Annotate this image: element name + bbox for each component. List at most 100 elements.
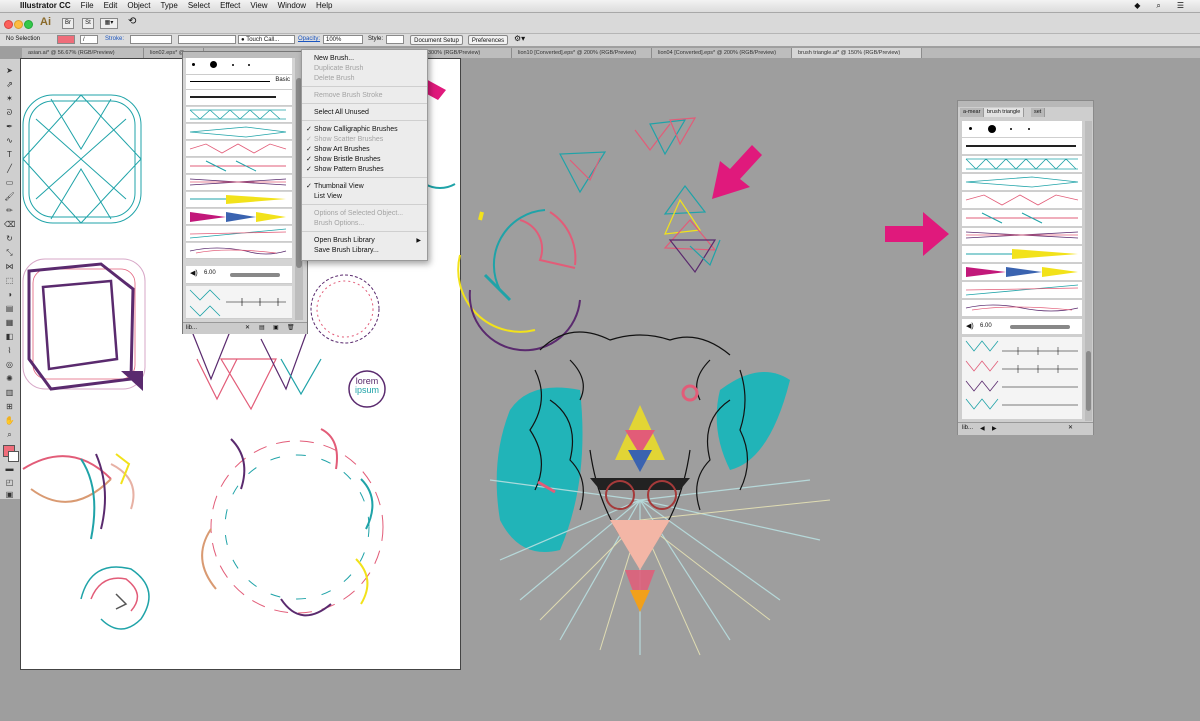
mesh-tool-icon[interactable]: ▦ <box>4 317 15 328</box>
stroke-label[interactable]: Stroke: <box>105 36 124 42</box>
brush-dot-presets[interactable] <box>962 121 1082 138</box>
pattern-brush-row[interactable] <box>186 286 292 319</box>
brush-row[interactable] <box>186 90 292 106</box>
pen-tool-icon[interactable]: ✒ <box>4 121 15 132</box>
menu-item-open-brush-library[interactable]: Open Brush Library ▶ <box>302 236 427 246</box>
menu-select[interactable]: Select <box>188 0 210 12</box>
stroke-swatch[interactable] <box>8 451 19 462</box>
brush-row[interactable] <box>186 124 292 140</box>
menu-item-new-brush[interactable]: New Brush... <box>302 54 427 64</box>
preferences-button[interactable]: Preferences <box>468 35 508 45</box>
brush-row[interactable] <box>962 174 1082 191</box>
brush-row[interactable] <box>186 158 292 174</box>
gpu-performance-icon[interactable]: ⟲ <box>128 16 136 27</box>
bridge-icon[interactable]: Br <box>62 18 74 29</box>
stroke-color-swatch[interactable]: / <box>80 35 98 44</box>
menu-item-show-art[interactable]: ✓ Show Art Brushes <box>302 145 427 155</box>
basic-brush-row[interactable]: Basic <box>186 75 292 90</box>
line-tool-icon[interactable]: ╱ <box>4 163 15 174</box>
brush-dot-presets[interactable] <box>186 58 292 75</box>
menu-help[interactable]: Help <box>316 0 332 12</box>
menu-type[interactable]: Type <box>160 0 177 12</box>
opacity-label[interactable]: Opacity: <box>298 36 320 42</box>
brush-row[interactable] <box>186 141 292 157</box>
opacity-field[interactable]: 100% <box>323 35 363 44</box>
tab-lion10[interactable]: lion10 [Converted].eps* @ 200% (RGB/Prev… <box>512 48 652 58</box>
variable-width-profile[interactable] <box>178 35 236 44</box>
lasso-tool-icon[interactable]: ᘐ <box>4 107 15 118</box>
brush-row[interactable] <box>962 192 1082 209</box>
free-transform-tool-icon[interactable]: ⬚ <box>4 275 15 286</box>
new-brush-icon[interactable]: ▣ <box>273 324 279 331</box>
menu-item-thumbnail-view[interactable]: ✓ Thumbnail View <box>302 182 427 192</box>
graph-tool-icon[interactable]: ▥ <box>4 387 15 398</box>
eraser-tool-icon[interactable]: ⌫ <box>4 219 15 230</box>
tab-asian[interactable]: asian.ai* @ 56.67% (RGB/Preview) <box>22 48 144 58</box>
menu-item-save-brush-library[interactable]: Save Brush Library... <box>302 246 427 256</box>
tab-lion04[interactable]: lion04 [Converted].eps* @ 200% (RGB/Prev… <box>652 48 792 58</box>
small-dot-brush[interactable] <box>969 127 972 130</box>
arrange-documents-icon[interactable]: ▦▾ <box>100 18 118 29</box>
selection-tool-icon[interactable]: ➤ <box>4 65 15 76</box>
menu-item-list-view[interactable]: List View <box>302 192 427 202</box>
brush-triangle-library-panel[interactable]: a-mear brush triangle set ◀) 6.00 lib... <box>957 100 1094 435</box>
small-dot-brush[interactable] <box>192 63 195 66</box>
zoom-window-button[interactable] <box>24 20 33 29</box>
brush-row[interactable] <box>186 175 292 191</box>
tiny-dot-brush[interactable] <box>1010 128 1012 130</box>
brush-row[interactable] <box>962 246 1082 263</box>
stock-icon[interactable]: St <box>82 18 94 29</box>
drawing-mode-icon[interactable]: ◰ <box>4 477 15 488</box>
brush-row[interactable] <box>962 282 1082 299</box>
fill-color-swatch[interactable] <box>57 35 75 44</box>
menu-edit[interactable]: Edit <box>104 0 118 12</box>
dropbox-icon[interactable]: ◆ <box>1134 0 1140 12</box>
rotate-tool-icon[interactable]: ↻ <box>4 233 15 244</box>
menu-app-name[interactable]: Illustrator CC <box>20 0 71 12</box>
hand-tool-icon[interactable]: ✋ <box>4 415 15 426</box>
brushes-panel[interactable]: Basic ◀) 6.00 lib... ✕ ▤ ▣ 🗑 <box>182 51 308 334</box>
menu-item-show-bristle[interactable]: ✓ Show Bristle Brushes <box>302 155 427 165</box>
brush-row[interactable] <box>186 226 292 242</box>
menu-item-show-pattern[interactable]: ✓ Show Pattern Brushes <box>302 165 427 175</box>
brush-row[interactable] <box>962 264 1082 281</box>
tiny-dot-brush[interactable] <box>232 64 234 66</box>
tab-set[interactable]: set <box>1031 108 1046 117</box>
close-window-button[interactable] <box>4 20 13 29</box>
paintbrush-tool-icon[interactable]: 🖌 <box>4 191 15 202</box>
scale-tool-icon[interactable]: ⤡ <box>4 247 15 258</box>
brush-row[interactable] <box>962 138 1082 155</box>
color-mode-icon[interactable]: ▬ <box>4 463 15 474</box>
brush-row[interactable] <box>186 107 292 123</box>
brush-definition-dropdown[interactable]: ● Touch Call... <box>238 35 295 44</box>
panel-scrollbar[interactable] <box>1085 121 1092 421</box>
search-icon[interactable]: ⌕ <box>1156 0 1160 12</box>
remove-stroke-icon[interactable]: ✕ <box>1068 424 1073 431</box>
large-dot-brush[interactable] <box>210 61 217 68</box>
rectangle-tool-icon[interactable]: ▭ <box>4 177 15 188</box>
screen-mode-icon[interactable]: ▣ <box>4 489 15 500</box>
blend-tool-icon[interactable]: ◎ <box>4 359 15 370</box>
perspective-grid-tool-icon[interactable]: ▤ <box>4 303 15 314</box>
menu-view[interactable]: View <box>250 0 267 12</box>
menu-item-select-all-unused[interactable]: Select All Unused <box>302 108 427 118</box>
tab-brush-triangle[interactable]: brush triangle <box>984 108 1025 117</box>
panel-titlebar[interactable] <box>958 101 1093 107</box>
tab-a-mear[interactable]: a-mear <box>960 108 985 117</box>
next-library-icon[interactable]: ▶ <box>992 425 997 432</box>
remove-stroke-icon[interactable]: ✕ <box>245 324 250 331</box>
scrollbar-thumb[interactable] <box>1086 351 1091 411</box>
tab-brush-triangle[interactable]: brush triangle.ai* @ 150% (RGB/Preview) <box>792 48 922 58</box>
brush-row[interactable] <box>962 228 1082 245</box>
bristle-brush-row[interactable]: ◀) 6.00 <box>186 266 292 284</box>
pencil-tool-icon[interactable]: ✏ <box>4 205 15 216</box>
pattern-brush-row[interactable] <box>962 337 1082 420</box>
stroke-weight-field[interactable] <box>130 35 172 44</box>
menu-effect[interactable]: Effect <box>220 0 240 12</box>
brush-row[interactable] <box>962 156 1082 173</box>
list-icon[interactable]: ☰ <box>1177 0 1184 12</box>
tiny-dot-brush[interactable] <box>248 64 250 66</box>
arrange-icon[interactable]: ⚙▾ <box>514 34 525 43</box>
curvature-tool-icon[interactable]: ∿ <box>4 135 15 146</box>
width-tool-icon[interactable]: ⋈ <box>4 261 15 272</box>
